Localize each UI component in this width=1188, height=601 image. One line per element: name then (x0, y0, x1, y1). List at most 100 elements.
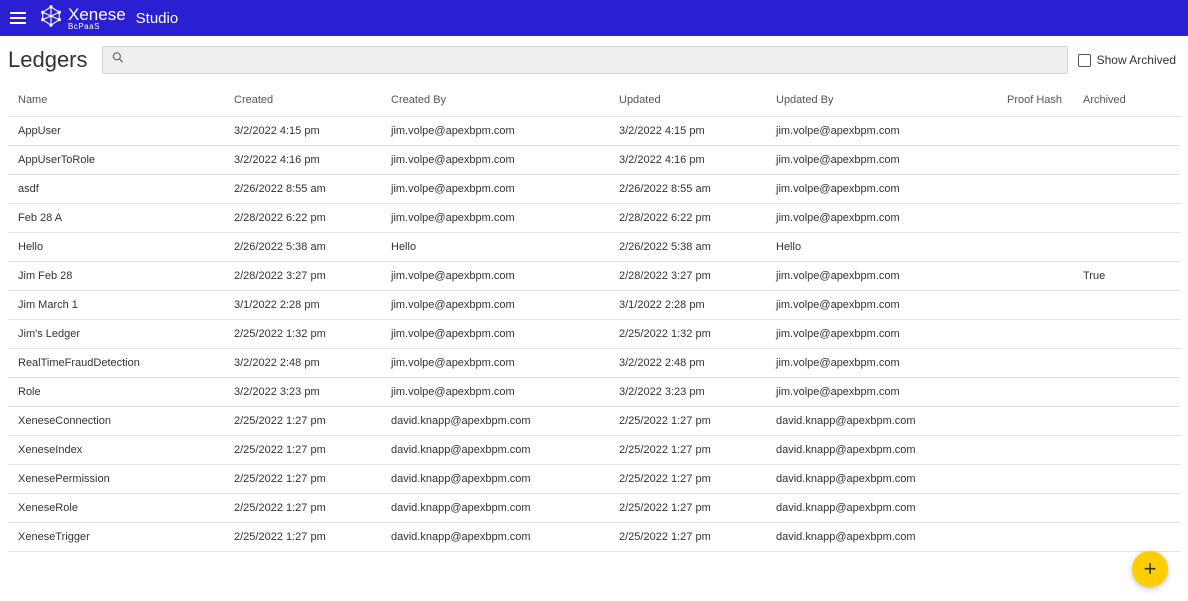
table-row[interactable]: Jim Feb 28 2/28/2022 3:27 pmjim.volpe@ape… (8, 262, 1180, 291)
cell-created-by: david.knapp@apexbpm.com (391, 531, 619, 543)
table-row[interactable]: AppUserToRole3/2/2022 4:16 pmjim.volpe@a… (8, 146, 1180, 175)
cell-created: 3/2/2022 3:23 pm (234, 386, 391, 398)
table-row[interactable]: Role3/2/2022 3:23 pmjim.volpe@apexbpm.co… (8, 378, 1180, 407)
logo-icon (40, 5, 62, 32)
cell-name: XeneseTrigger (18, 531, 234, 543)
col-header-name[interactable]: Name (18, 94, 234, 106)
cell-updated-by: david.knapp@apexbpm.com (776, 502, 1007, 514)
table-header: Name Created Created By Updated Updated … (8, 84, 1180, 117)
cell-created-by: jim.volpe@apexbpm.com (391, 183, 619, 195)
checkbox-icon[interactable] (1078, 54, 1091, 67)
table-row[interactable]: Jim March 13/1/2022 2:28 pmjim.volpe@ape… (8, 291, 1180, 320)
cell-created: 3/2/2022 4:16 pm (234, 154, 391, 166)
table-row[interactable]: XeneseConnection2/25/2022 1:27 pmdavid.k… (8, 407, 1180, 436)
cell-updated: 2/25/2022 1:32 pm (619, 328, 776, 340)
cell-updated: 3/1/2022 2:28 pm (619, 299, 776, 311)
cell-created-by: david.knapp@apexbpm.com (391, 415, 619, 427)
col-header-proof-hash[interactable]: Proof Hash (1007, 94, 1083, 106)
cell-name: RealTimeFraudDetection (18, 357, 234, 369)
cell-created: 2/25/2022 1:27 pm (234, 502, 391, 514)
table-row[interactable]: AppUser3/2/2022 4:15 pmjim.volpe@apexbpm… (8, 117, 1180, 146)
col-header-created-by[interactable]: Created By (391, 94, 619, 106)
cell-updated: 2/28/2022 6:22 pm (619, 212, 776, 224)
col-header-created[interactable]: Created (234, 94, 391, 106)
cell-updated: 2/25/2022 1:27 pm (619, 473, 776, 485)
app-header: Xenese BcPaaS Studio (0, 0, 1188, 36)
cell-updated: 3/2/2022 4:15 pm (619, 125, 776, 137)
cell-updated: 3/2/2022 2:48 pm (619, 357, 776, 369)
cell-created-by: jim.volpe@apexbpm.com (391, 212, 619, 224)
table-row[interactable]: asdf2/26/2022 8:55 amjim.volpe@apexbpm.c… (8, 175, 1180, 204)
cell-name: AppUser (18, 125, 234, 137)
cell-created-by: jim.volpe@apexbpm.com (391, 328, 619, 340)
search-field[interactable] (102, 46, 1068, 74)
cell-name: Hello (18, 241, 234, 253)
page-title: Ledgers (6, 47, 92, 73)
cell-name: Jim's Ledger (18, 328, 234, 340)
cell-updated-by: jim.volpe@apexbpm.com (776, 270, 1007, 282)
cell-created: 2/26/2022 5:38 am (234, 241, 391, 253)
cell-created: 2/25/2022 1:27 pm (234, 473, 391, 485)
show-archived-label: Show Archived (1097, 53, 1176, 67)
cell-name: XenesePermission (18, 473, 234, 485)
cell-updated: 2/25/2022 1:27 pm (619, 415, 776, 427)
search-icon (111, 51, 125, 70)
table-row[interactable]: Feb 28 A 2/28/2022 6:22 pmjim.volpe@apexb… (8, 204, 1180, 233)
col-header-updated-by[interactable]: Updated By (776, 94, 1007, 106)
add-button[interactable]: + (1132, 551, 1168, 587)
cell-created: 3/2/2022 4:15 pm (234, 125, 391, 137)
cell-created-by: jim.volpe@apexbpm.com (391, 154, 619, 166)
cell-created-by: jim.volpe@apexbpm.com (391, 299, 619, 311)
cell-updated-by: david.knapp@apexbpm.com (776, 531, 1007, 543)
col-header-archived[interactable]: Archived (1083, 94, 1170, 106)
cell-updated: 2/26/2022 8:55 am (619, 183, 776, 195)
cell-updated-by: Hello (776, 241, 1007, 253)
table-row[interactable]: XeneseRole2/25/2022 1:27 pmdavid.knapp@a… (8, 494, 1180, 523)
cell-updated-by: jim.volpe@apexbpm.com (776, 386, 1007, 398)
cell-updated: 2/25/2022 1:27 pm (619, 444, 776, 456)
table-row[interactable]: XeneseTrigger2/25/2022 1:27 pmdavid.knap… (8, 523, 1180, 552)
cell-created: 3/1/2022 2:28 pm (234, 299, 391, 311)
cell-updated-by: jim.volpe@apexbpm.com (776, 212, 1007, 224)
search-input[interactable] (103, 47, 1067, 73)
cell-updated: 2/25/2022 1:27 pm (619, 502, 776, 514)
table-row[interactable]: Hello2/26/2022 5:38 amHello2/26/2022 5:3… (8, 233, 1180, 262)
studio-label: Studio (136, 10, 179, 27)
cell-name: Jim Feb 28 (18, 270, 234, 282)
cell-updated: 2/26/2022 5:38 am (619, 241, 776, 253)
cell-updated-by: jim.volpe@apexbpm.com (776, 299, 1007, 311)
cell-name: asdf (18, 183, 234, 195)
toolbar: Ledgers Show Archived (0, 36, 1188, 84)
table-row[interactable]: RealTimeFraudDetection 3/2/2022 2:48 pmji… (8, 349, 1180, 378)
cell-updated-by: david.knapp@apexbpm.com (776, 415, 1007, 427)
cell-created: 2/26/2022 8:55 am (234, 183, 391, 195)
logo[interactable]: Xenese BcPaaS (40, 5, 126, 32)
cell-name: Feb 28 A (18, 212, 234, 224)
cell-created-by: Hello (391, 241, 619, 253)
menu-icon[interactable] (10, 7, 32, 29)
brand-name: Xenese (68, 6, 126, 23)
cell-name: XeneseRole (18, 502, 234, 514)
table-row[interactable]: XeneseIndex2/25/2022 1:27 pmdavid.knapp@… (8, 436, 1180, 465)
col-header-updated[interactable]: Updated (619, 94, 776, 106)
table-body: AppUser3/2/2022 4:15 pmjim.volpe@apexbpm… (8, 117, 1180, 552)
cell-created: 2/25/2022 1:27 pm (234, 415, 391, 427)
cell-created-by: jim.volpe@apexbpm.com (391, 270, 619, 282)
table-row[interactable]: XenesePermission2/25/2022 1:27 pmdavid.k… (8, 465, 1180, 494)
cell-created-by: david.knapp@apexbpm.com (391, 502, 619, 514)
plus-icon: + (1144, 556, 1157, 582)
cell-updated-by: jim.volpe@apexbpm.com (776, 183, 1007, 195)
cell-updated-by: jim.volpe@apexbpm.com (776, 357, 1007, 369)
cell-created: 2/25/2022 1:27 pm (234, 531, 391, 543)
cell-updated: 3/2/2022 4:16 pm (619, 154, 776, 166)
cell-updated: 2/28/2022 3:27 pm (619, 270, 776, 282)
cell-updated-by: jim.volpe@apexbpm.com (776, 328, 1007, 340)
show-archived-toggle[interactable]: Show Archived (1078, 53, 1176, 67)
table-row[interactable]: Jim's Ledger 2/25/2022 1:32 pmjim.volpe@a… (8, 320, 1180, 349)
cell-updated: 3/2/2022 3:23 pm (619, 386, 776, 398)
cell-created-by: jim.volpe@apexbpm.com (391, 386, 619, 398)
cell-name: Jim March 1 (18, 299, 234, 311)
cell-updated-by: jim.volpe@apexbpm.com (776, 154, 1007, 166)
cell-name: Role (18, 386, 234, 398)
cell-name: AppUserToRole (18, 154, 234, 166)
